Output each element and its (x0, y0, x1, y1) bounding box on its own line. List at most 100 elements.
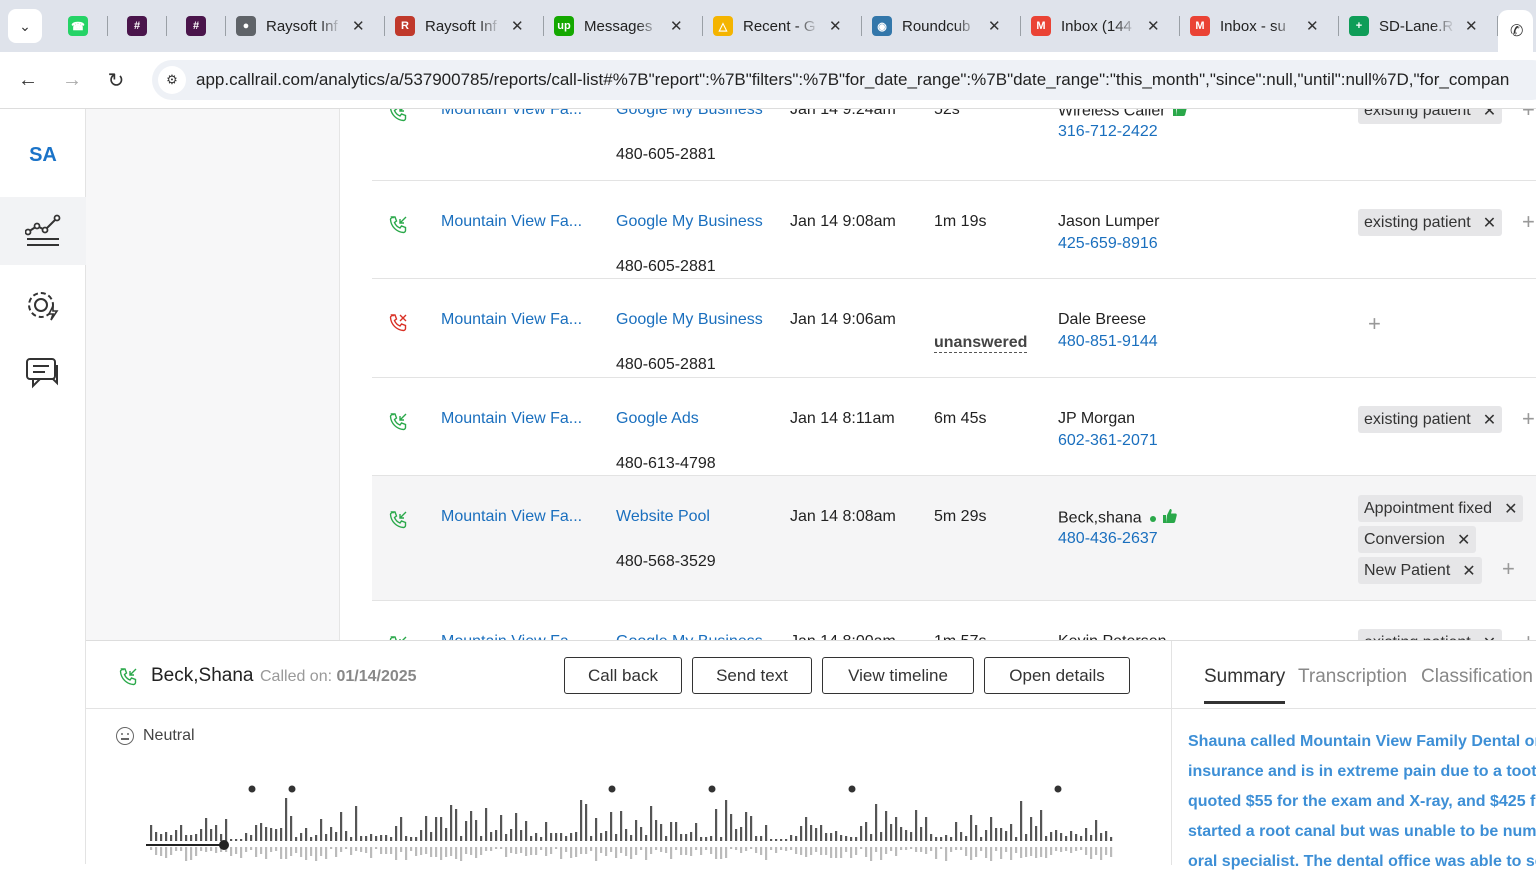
browser-tab[interactable]: ☎ (49, 9, 107, 43)
tab-search-button[interactable]: ⌄ (8, 9, 42, 43)
nav-analytics[interactable] (0, 197, 86, 265)
call-row[interactable]: Mountain View Fa... Google Ads 480-613-479… (372, 378, 1536, 476)
site-info-icon[interactable]: ⚙ (158, 66, 186, 94)
tab-summary[interactable]: Summary (1204, 666, 1286, 704)
browser-tab[interactable]: # (108, 9, 166, 43)
close-tab-icon[interactable]: ✕ (1465, 17, 1478, 35)
thumbs-up-icon[interactable] (1162, 508, 1178, 529)
close-tab-icon[interactable]: ✕ (1306, 17, 1319, 35)
close-tab-icon[interactable]: ✕ (511, 17, 524, 35)
remove-tag-icon[interactable]: ✕ (1504, 499, 1517, 519)
waveform-bar-lower (295, 847, 298, 853)
waveform-bar-lower (400, 847, 403, 852)
audio-waveform[interactable] (146, 781, 1116, 865)
open-details-button[interactable]: Open details (984, 657, 1130, 694)
company-link[interactable]: Mountain View Fa... (441, 213, 582, 231)
browser-tab[interactable]: △ Recent - G ✕ (703, 9, 861, 43)
reload-button[interactable]: ↻ (94, 68, 138, 93)
caller-phone-link[interactable]: 602-361-2071 (1058, 432, 1158, 450)
company-link[interactable]: Mountain View Fa... (441, 311, 582, 329)
browser-tab[interactable]: M Inbox (144 ✕ (1021, 9, 1179, 43)
call-row[interactable]: Mountain View Fa... Google My Business Jan… (372, 601, 1536, 640)
waveform-bar (800, 826, 803, 841)
call-detail-header: Beck,Shana Called on: 01/14/2025 Call ba… (86, 641, 1171, 709)
remove-tag-icon[interactable]: ✕ (1483, 633, 1496, 641)
call-row[interactable]: Mountain View Fa... Google My Business 480… (372, 181, 1536, 279)
waveform-marker[interactable] (848, 785, 856, 793)
waveform-bar (310, 837, 313, 841)
call-row[interactable]: Mountain View Fa... Google My Business 480… (372, 279, 1536, 378)
close-tab-icon[interactable]: ✕ (352, 17, 365, 35)
waveform-marker[interactable] (248, 785, 256, 793)
waveform-bar (620, 811, 623, 841)
caller-phone-link[interactable]: 480-851-9144 (1058, 333, 1158, 351)
waveform-bar-lower (200, 847, 203, 851)
waveform-marker[interactable] (608, 785, 616, 793)
browser-tab-active[interactable]: ✆ (1498, 10, 1534, 52)
call-row[interactable]: Mountain View Fa... Google My Business 480… (372, 109, 1536, 181)
tab-transcription[interactable]: Transcription (1298, 666, 1407, 688)
source-link[interactable]: Google My Business (616, 109, 763, 119)
view-timeline-button[interactable]: View timeline (822, 657, 974, 694)
source-link[interactable]: Google Ads (616, 410, 699, 428)
remove-tag-icon[interactable]: ✕ (1483, 213, 1496, 233)
remove-tag-icon[interactable]: ✕ (1483, 410, 1496, 430)
back-button[interactable]: ← (6, 69, 50, 92)
forward-button[interactable]: → (50, 69, 94, 92)
company-link[interactable]: Mountain View Fa... (441, 633, 582, 640)
source-link[interactable]: Website Pool (616, 508, 710, 526)
send-text-button[interactable]: Send text (692, 657, 812, 694)
waveform-bar-lower (405, 847, 408, 860)
add-tag-button[interactable]: + (1522, 406, 1535, 432)
account-avatar[interactable]: SA (20, 137, 66, 173)
browser-tab[interactable]: M Inbox - su ✕ (1180, 9, 1338, 43)
add-tag-button[interactable]: + (1522, 629, 1535, 640)
company-link[interactable]: Mountain View Fa... (441, 410, 582, 428)
caller-phone-link[interactable]: 316-712-2422 (1058, 123, 1158, 141)
add-tag-button[interactable]: + (1502, 556, 1515, 582)
thumbs-up-icon[interactable] (1172, 109, 1188, 122)
source-link[interactable]: Google My Business (616, 633, 763, 640)
waveform-bar-lower (765, 847, 768, 860)
waveform-bar-lower (695, 847, 698, 850)
url-text[interactable]: app.callrail.com/analytics/a/537900785/r… (196, 70, 1509, 90)
browser-tab[interactable]: + SD-Lane.R ✕ (1339, 9, 1497, 43)
caller-phone-link[interactable]: 480-436-2637 (1058, 530, 1158, 548)
tab-classification[interactable]: Classification (1421, 666, 1533, 688)
source-link[interactable]: Google My Business (616, 311, 763, 329)
remove-tag-icon[interactable]: ✕ (1462, 561, 1475, 581)
close-tab-icon[interactable]: ✕ (1147, 17, 1160, 35)
browser-tab[interactable]: R Raysoft Inf ✕ (385, 9, 543, 43)
call-detail-panel: Beck,Shana Called on: 01/14/2025 Call ba… (86, 640, 1536, 870)
caller-phone-link[interactable]: 425-659-8916 (1058, 235, 1158, 253)
remove-tag-icon[interactable]: ✕ (1483, 109, 1496, 121)
browser-tab[interactable]: # (167, 9, 225, 43)
source-link[interactable]: Google My Business (616, 213, 763, 231)
tracking-number: 480-613-4798 (616, 455, 716, 472)
browser-tab[interactable]: ● Raysoft Inf ✕ (226, 9, 384, 43)
playback-handle[interactable] (219, 840, 229, 850)
close-tab-icon[interactable]: ✕ (829, 17, 842, 35)
waveform-bar (745, 812, 748, 841)
add-tag-button[interactable]: + (1522, 109, 1535, 123)
close-tab-icon[interactable]: ✕ (988, 17, 1001, 35)
gmail-icon: M (1190, 16, 1210, 36)
add-tag-button[interactable]: + (1522, 209, 1535, 235)
waveform-bar (925, 817, 928, 841)
add-tag-button[interactable]: + (1368, 311, 1381, 337)
company-link[interactable]: Mountain View Fa... (441, 508, 582, 526)
waveform-marker[interactable] (1054, 785, 1062, 793)
url-omnibox[interactable]: ⚙ app.callrail.com/analytics/a/537900785… (152, 60, 1536, 100)
close-tab-icon[interactable]: ✕ (670, 17, 683, 35)
call-row[interactable]: Mountain View Fa... Website Pool 480-568-3… (372, 476, 1536, 601)
remove-tag-icon[interactable]: ✕ (1457, 530, 1470, 550)
call-back-button[interactable]: Call back (564, 657, 682, 694)
browser-tab[interactable]: ◉ Roundcub ✕ (862, 9, 1020, 43)
browser-tab[interactable]: up Messages ✕ (544, 9, 702, 43)
waveform-bar-lower (465, 847, 468, 854)
waveform-marker[interactable] (288, 785, 296, 793)
nav-settings[interactable] (0, 271, 86, 339)
company-link[interactable]: Mountain View Fa... (441, 109, 582, 119)
waveform-marker[interactable] (708, 785, 716, 793)
nav-conversations[interactable] (0, 339, 86, 407)
